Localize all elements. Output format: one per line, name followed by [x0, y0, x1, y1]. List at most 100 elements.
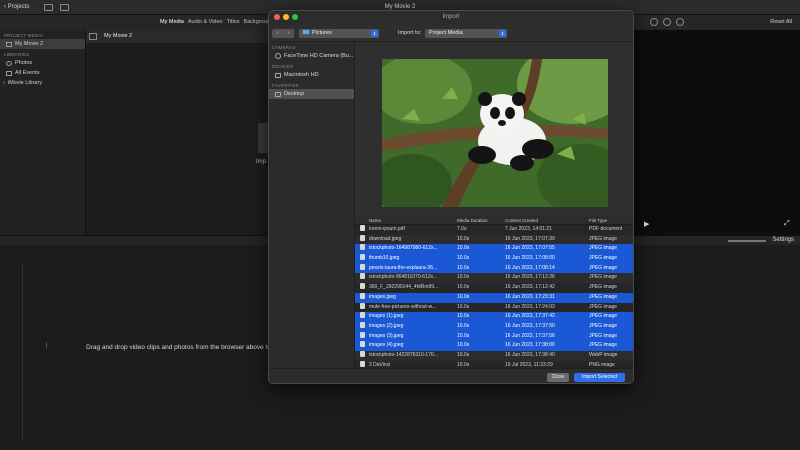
libraries-sidebar: PROJECT MEDIA My Movie 2 LIBRARIES Photo…: [0, 30, 86, 235]
color-correction-icon[interactable]: [663, 18, 671, 26]
sidebar-item-photos[interactable]: Photos: [0, 58, 85, 68]
panda-photo-preview: [382, 59, 608, 207]
file-icon: [360, 254, 365, 261]
file-type: JPEG image: [589, 255, 618, 262]
favorites-header: FAVORITES: [272, 83, 299, 88]
dialog-footer: Close Import Selected: [269, 368, 633, 383]
browser-header: My Movie 2: [86, 30, 270, 43]
file-type: JPEG image: [589, 284, 618, 291]
browser-title: My Movie 2: [104, 33, 133, 39]
play-icon[interactable]: ▶: [644, 220, 649, 228]
file-created: 16 Jun 2023, 17:12:26: [505, 274, 555, 281]
file-duration: 10.0s: [457, 284, 470, 291]
media-browser[interactable]: Imp: [86, 43, 270, 235]
file-duration: 10.0s: [457, 293, 470, 300]
sidebar-toggle-icon[interactable]: [89, 33, 97, 40]
file-icon: [360, 341, 365, 348]
nav-buttons: ‹ ›: [272, 29, 294, 38]
sidebar-item-label: Desktop: [284, 91, 305, 97]
chevron-updown-icon: ⇕: [499, 30, 506, 37]
import-to-label: Import to:: [398, 30, 422, 36]
forward-arrow-icon[interactable]: ›: [283, 29, 294, 38]
table-row[interactable]: mule-free-pictures-without-w... 10.0s 16 J…: [355, 302, 633, 313]
devices-header: DEVICES: [272, 64, 294, 69]
table-row[interactable]: lorem-ipsum.pdf 7.0s 7 Jun 2023, 14:01:21 P…: [355, 225, 633, 235]
column-duration[interactable]: Media Duration: [457, 216, 499, 225]
file-icon: [360, 321, 365, 328]
file-name: images (1).jpeg: [369, 313, 404, 320]
timeline-ruler: [22, 265, 23, 440]
file-duration: 10.0s: [457, 332, 470, 339]
import-dialog: Import ‹ › Pictures ⇕ Import to: Project…: [268, 10, 634, 384]
table-row[interactable]: pexels-laura-the-explaura-36... 10.0s 16 J…: [355, 263, 633, 274]
table-row[interactable]: istockphoto-1422876310-170... 10.0s 16 Jun…: [355, 350, 633, 361]
location-popup[interactable]: Pictures ⇕: [299, 29, 379, 38]
viewer: ▶ ⤢: [634, 30, 800, 235]
zoom-slider[interactable]: [728, 240, 766, 242]
close-button[interactable]: Close: [547, 373, 569, 382]
dialog-title: Import: [442, 14, 460, 20]
adjust-tools: [650, 18, 684, 26]
column-type[interactable]: File Type: [589, 216, 633, 225]
file-icon: [360, 350, 365, 357]
sidebar-item-project[interactable]: My Movie 2: [0, 39, 85, 49]
file-name: lorem-ipsum.pdf: [369, 226, 405, 232]
sidebar-item-label: My Movie 2: [15, 41, 44, 47]
sidebar-item-all-events[interactable]: All Events: [0, 68, 85, 78]
sidebar-item-imovie-library[interactable]: › iMovie Library: [0, 78, 85, 88]
tab-audio-video[interactable]: Audio & Video: [188, 19, 223, 25]
settings-button[interactable]: Settings: [772, 237, 794, 243]
file-duration: 10.0s: [457, 235, 470, 242]
file-created: 16 Jun 2023, 17:23:31: [505, 293, 555, 300]
table-row[interactable]: images.jpeg 10.0s 16 Jun 2023, 17:23:31 JPE…: [355, 292, 633, 303]
file-type: JPEG image: [589, 342, 618, 349]
playhead-icon[interactable]: ⎸: [46, 343, 52, 350]
import-selected-button[interactable]: Import Selected: [574, 373, 625, 382]
file-name: mule-free-pictures-without-w...: [369, 303, 436, 310]
sidebar-item-desktop[interactable]: Desktop: [269, 89, 354, 99]
column-created[interactable]: Content Created: [505, 216, 581, 225]
back-arrow-icon[interactable]: ‹: [272, 29, 283, 38]
sidebar-item-label: Photos: [15, 60, 33, 66]
tab-my-media[interactable]: My Media: [160, 19, 184, 25]
file-created: 16 Jun 2023, 17:38:40: [505, 351, 555, 358]
sidebar-item-camera[interactable]: FaceTime HD Camera (Bu...: [269, 51, 354, 61]
file-type: JPEG image: [589, 332, 618, 339]
dialog-titlebar: Import: [269, 11, 633, 25]
fullscreen-icon[interactable]: ⤢: [784, 220, 790, 228]
table-row[interactable]: images (3).jpeg 10.0s 16 Jun 2023, 17:37:5…: [355, 331, 633, 342]
file-list-header: Name Media Duration Content Created File…: [355, 216, 633, 225]
file-icon: [360, 331, 365, 338]
table-row[interactable]: istockphoto-964811070-612x... 10.0s 16 Jun…: [355, 273, 633, 284]
table-row[interactable]: images (4).jpeg 10.0s 16 Jun 2023, 17:38:0…: [355, 341, 633, 351]
file-type: JPEG image: [589, 264, 618, 271]
disclosure-icon[interactable]: ›: [3, 80, 5, 86]
table-row[interactable]: istockphoto-164987980-612x... 10.0s 16 Jun…: [355, 244, 633, 255]
location-label: Pictures: [312, 30, 332, 36]
file-created: 16 Jun 2023, 17:08:14: [505, 264, 555, 271]
table-row[interactable]: 360_F_292290144_4fdRm99... 10.0s 16 Jun 20…: [355, 283, 633, 293]
column-name[interactable]: Name: [369, 216, 464, 225]
crop-icon[interactable]: [676, 18, 684, 26]
file-duration: 10.0s: [457, 351, 470, 358]
table-row[interactable]: images (1).jpeg 10.0s 16 Jun 2023, 17:37:4…: [355, 312, 633, 322]
reset-all-button[interactable]: Reset All: [770, 19, 792, 25]
file-list[interactable]: Name Media Duration Content Created File…: [355, 216, 633, 368]
color-balance-icon[interactable]: [650, 18, 658, 26]
file-created: 16 Jun 2023, 17:37:56: [505, 332, 555, 339]
file-name: thumb10.jpeg: [369, 255, 400, 262]
film-icon: [6, 41, 12, 47]
file-name: istockphoto-964811070-612x...: [369, 274, 438, 281]
file-duration: 10.0s: [457, 303, 470, 310]
table-row[interactable]: download.jpeg 10.0s 16 Jun 2023, 17:07:39 J…: [355, 234, 633, 245]
import-destination-popup[interactable]: Project Media ⇕: [425, 29, 507, 38]
file-created: 16 Jun 2023, 17:07:55: [505, 245, 555, 252]
cameras-header: CAMERAS: [272, 45, 296, 50]
file-name: images.jpeg: [369, 293, 396, 300]
table-row[interactable]: thumb10.jpeg 10.0s 16 Jun 2023, 17:08:00 JP…: [355, 254, 633, 264]
file-icon: [360, 360, 365, 367]
dialog-toolbar: ‹ › Pictures ⇕ Import to: Project Media …: [269, 25, 633, 42]
table-row[interactable]: images (2).jpeg 10.0s 16 Jun 2023, 17:37:5…: [355, 321, 633, 332]
tab-titles[interactable]: Titles: [227, 19, 240, 25]
sidebar-item-macintosh-hd[interactable]: Macintosh HD: [269, 70, 354, 80]
